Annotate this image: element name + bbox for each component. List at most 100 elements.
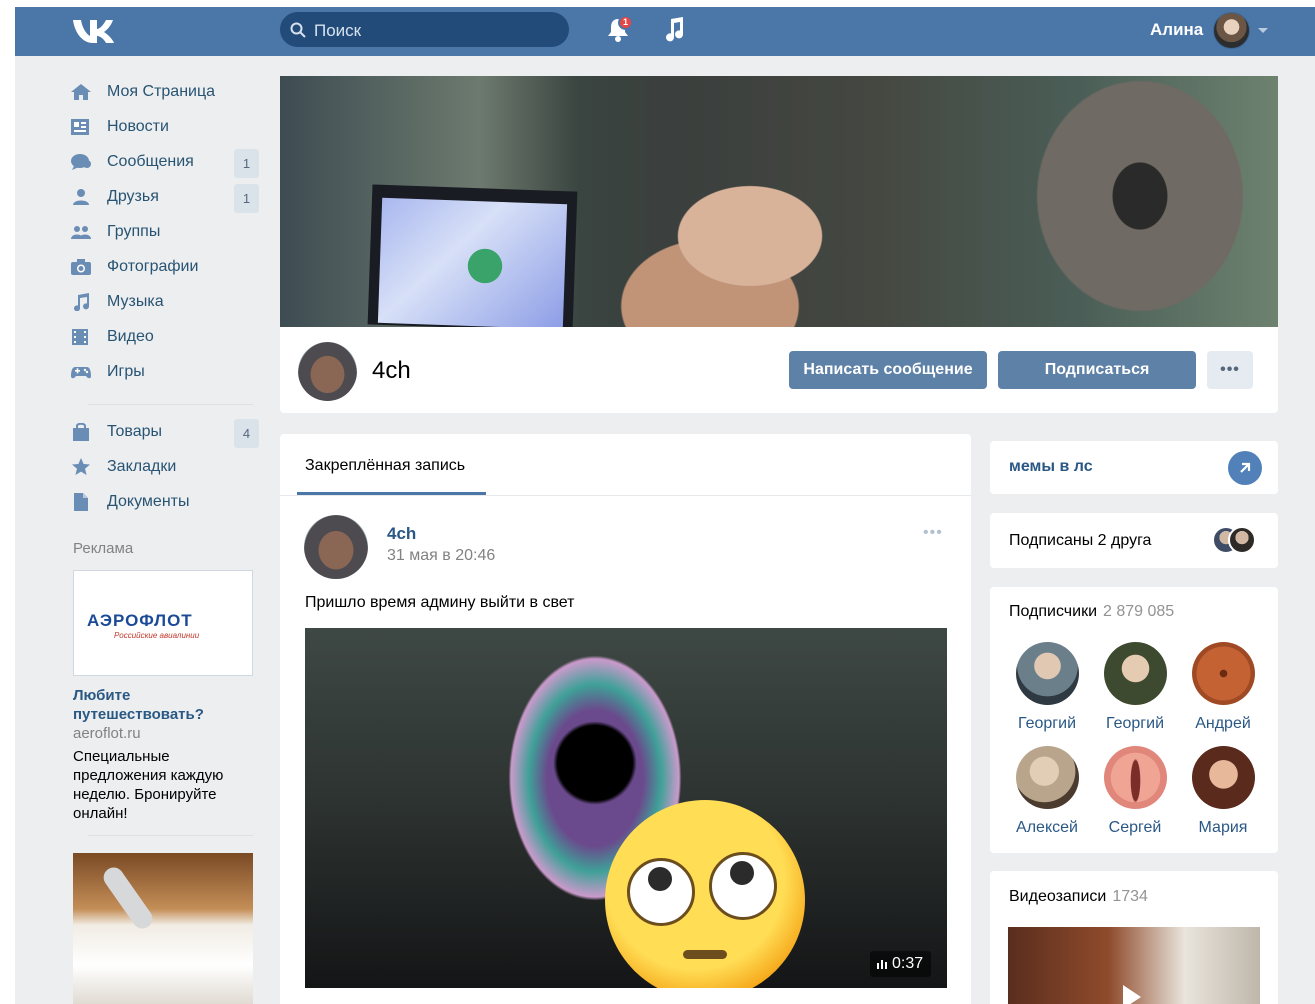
video-thumbnail[interactable] [1008,927,1260,1004]
gamepad-icon [71,367,91,379]
subscribers-title[interactable]: Подписчики 2 879 085 [1009,603,1174,621]
chevron-down-icon[interactable] [1258,28,1268,33]
document-icon [74,493,88,511]
post-video[interactable]: 0:37 [305,628,947,988]
sidebar-item-label: Музыка [107,293,164,310]
subscriber-item[interactable]: Алексей [1007,746,1087,837]
user-avatar[interactable] [1213,12,1250,49]
groups-icon [71,226,91,239]
news-icon [71,119,89,135]
subscribers-card: Подписчики 2 879 085 Георгий Георгий Андр… [990,587,1278,853]
ad-banner[interactable]: АЭРОФЛОТ Российские авиалинии [73,570,253,676]
subscriber-item[interactable]: Мария [1183,746,1263,837]
tab-divider [280,495,971,496]
ad-brand-sub: Российские авиалинии [114,631,200,640]
ad-text: Специальные предложения каждую неделю. Б… [73,748,224,822]
sidebar-item-label: Друзья [107,188,159,205]
subscriber-avatar [1103,746,1167,809]
videos-label: Видеозаписи [1009,888,1107,905]
post-author[interactable]: 4ch [387,524,416,544]
ad-label: Реклама [73,540,134,557]
emoji-left-eye [627,858,695,926]
sidebar-item-label: Моя Страница [107,83,216,100]
sidebar-item-label: Видео [107,328,154,345]
friends-icon [73,189,89,205]
sidebar-item-label: Сообщения [107,153,194,170]
sidebar-item-label: Документы [107,493,190,510]
post-date[interactable]: 31 мая в 20:46 [387,547,495,565]
sidebar-item-groups[interactable]: Группы [70,217,260,247]
music-icon [74,293,90,311]
sidebar-item-messages[interactable]: Сообщения 1 [70,147,260,178]
cover-image [280,76,1278,327]
video-duration-text: 0:37 [892,955,924,972]
friends-subscribed-card[interactable]: Подписаны 2 друга [990,513,1278,568]
friend-avatar[interactable] [1228,526,1256,554]
ad-image[interactable] [73,853,253,1004]
subscriber-item[interactable]: Георгий [1095,642,1175,733]
camera-icon [71,259,91,275]
subscriber-item[interactable]: Андрей [1183,642,1263,733]
sidebar-item-photos[interactable]: Фотографии [70,252,260,282]
friends-count-badge: 1 [234,184,259,213]
sidebar-item-goods[interactable]: Товары 4 [70,417,260,448]
external-link-button[interactable] [1228,451,1262,485]
sidebar-item-video[interactable]: Видео [70,322,260,352]
ad-title[interactable]: Любите путешествовать? [73,686,243,724]
home-icon [71,84,91,100]
sidebar-item-label: Группы [107,223,161,240]
subscriber-avatar [1191,746,1255,809]
sidebar-item-music[interactable]: Музыка [70,287,260,317]
post-text: Пришло время админу выйти в свет [305,594,575,611]
subscriber-item[interactable]: Георгий [1007,642,1087,733]
sidebar-item-friends[interactable]: Друзья 1 [70,182,260,213]
more-actions-button[interactable]: ••• [1207,351,1253,389]
post-more-button[interactable]: ••• [923,524,943,542]
sidebar-item-label: Игры [107,363,145,380]
subscriber-item[interactable]: Сергей [1095,746,1175,837]
subscribers-count: 2 879 085 [1103,603,1175,620]
user-name[interactable]: Алина [1150,20,1203,40]
ad-divider [88,835,253,836]
sidebar-item-news[interactable]: Новости [70,112,260,142]
subscriber-avatar [1103,642,1167,705]
star-icon [72,458,90,475]
messages-icon [71,154,91,170]
write-message-button[interactable]: Написать сообщение [789,351,987,389]
sidebar-item-label: Закладки [107,458,177,475]
memes-link[interactable]: мемы в лс [1009,458,1093,476]
memes-link-card[interactable]: мемы в лс [990,441,1278,494]
subscriber-name: Андрей [1195,715,1251,732]
subscriber-name: Георгий [1018,715,1076,732]
videos-title[interactable]: Видеозаписи 1734 [1009,888,1148,906]
community-name: 4ch [372,357,411,384]
eye-roll-emoji [605,800,805,988]
subscriber-name: Мария [1198,819,1248,836]
sidebar-divider [88,404,253,405]
search-input[interactable]: Поиск [280,12,569,47]
emoji-right-eye [709,852,777,920]
sidebar-item-documents[interactable]: Документы [70,487,260,517]
arrow-up-right-icon [1240,462,1251,473]
play-icon [1123,985,1141,1004]
cover-clover [455,236,515,296]
tab-pinned-post[interactable]: Закреплённая запись [305,457,465,475]
community-avatar[interactable] [298,342,357,401]
sidebar-item-bookmarks[interactable]: Закладки [70,452,260,482]
video-duration: 0:37 [870,951,932,977]
profile-header: 4ch Написать сообщение Подписаться ••• [280,327,1278,413]
ad-domain: aeroflot.ru [73,725,141,742]
notifications-badge: 1 [618,15,633,30]
video-icon [72,329,88,345]
search-icon [290,22,306,38]
subscribers-label: Подписчики [1009,603,1098,620]
sidebar-item-games[interactable]: Игры [70,357,260,387]
music-note-icon[interactable] [663,16,685,42]
top-bar: Поиск 1 Алина [15,7,1315,56]
vk-logo-icon[interactable] [71,17,115,45]
sidebar-item-my-page[interactable]: Моя Страница [70,77,260,107]
subscriber-name: Алексей [1016,819,1078,836]
subscribe-button[interactable]: Подписаться [998,351,1196,389]
subscriber-avatar [1191,642,1255,705]
post-author-avatar[interactable] [304,515,368,579]
